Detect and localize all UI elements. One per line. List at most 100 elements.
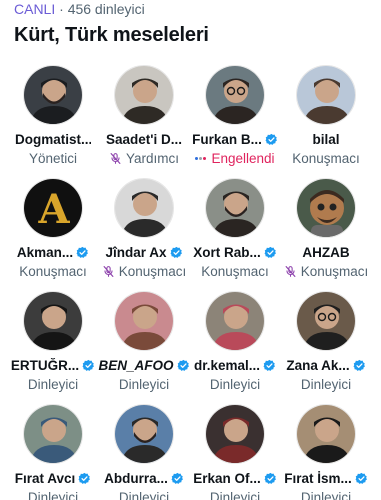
participant-card[interactable]: Jîndar Ax Konuşmacı bbox=[98, 175, 190, 280]
avatar[interactable] bbox=[205, 291, 265, 351]
verified-badge-icon bbox=[355, 472, 367, 484]
mic-off-icon bbox=[285, 266, 296, 277]
avatar[interactable] bbox=[23, 404, 83, 464]
participant-role-label: Konuşmacı bbox=[292, 151, 360, 166]
participant-role-label: Dinleyici bbox=[209, 490, 261, 500]
person-smile-icon bbox=[297, 405, 355, 463]
participant-role-label: Yardımcı bbox=[125, 151, 179, 166]
verified-badge-icon bbox=[82, 359, 95, 371]
avatar[interactable] bbox=[114, 404, 174, 464]
participant-role-label: Dinleyici bbox=[300, 490, 352, 500]
participant-card[interactable]: BEN_AFOO Dinleyici bbox=[98, 288, 190, 393]
participant-name-label: Fırat Avcı bbox=[14, 470, 76, 486]
participant-role-label: Dinleyici bbox=[300, 377, 352, 392]
participant-card[interactable]: Zana Ak... Dinleyici bbox=[280, 288, 372, 393]
participant-name: dr.kemal... bbox=[189, 356, 281, 374]
participant-name: Dogmatist... bbox=[7, 130, 99, 148]
participant-name-label: Furkan B... bbox=[192, 131, 262, 147]
participant-card[interactable]: Erkan Of... Dinleyici bbox=[189, 401, 281, 500]
verified-badge-icon bbox=[353, 359, 365, 371]
participant-name-label: BEN_AFOO bbox=[98, 357, 174, 373]
participant-name: ERTUĞR... bbox=[7, 356, 99, 374]
person-selfie-icon bbox=[24, 292, 82, 350]
avatar[interactable] bbox=[114, 65, 174, 125]
verified-badge-icon bbox=[264, 472, 276, 484]
participant-name-label: Erkan Of... bbox=[193, 470, 261, 486]
participant-card[interactable]: Fırat Avcı Dinleyici bbox=[7, 401, 99, 500]
avatar[interactable] bbox=[114, 291, 174, 351]
participant-role: Konuşmacı bbox=[189, 263, 281, 280]
verified-badge-icon bbox=[170, 246, 182, 258]
mic-off-icon bbox=[103, 266, 114, 277]
verified-badge-icon bbox=[78, 472, 91, 484]
person-beard-icon bbox=[115, 405, 173, 463]
avatar[interactable]: A bbox=[23, 178, 83, 238]
avatar[interactable] bbox=[23, 65, 83, 125]
avatar[interactable] bbox=[296, 404, 356, 464]
participant-card[interactable]: Abdurra... Dinleyici bbox=[98, 401, 190, 500]
live-indicator: CANLI bbox=[14, 1, 56, 17]
participant-role-label: Dinleyici bbox=[27, 377, 79, 392]
participant-role-label: Konuşmacı bbox=[19, 264, 87, 279]
participant-name-label: Zana Ak... bbox=[286, 357, 350, 373]
participant-name-label: Jîndar Ax bbox=[105, 244, 167, 260]
participant-role: Dinleyici bbox=[189, 489, 281, 500]
participant-card[interactable]: dr.kemal... Dinleyici bbox=[189, 288, 281, 393]
participant-name: Saadet'i D... bbox=[98, 130, 190, 148]
participant-name: Abdurra... bbox=[98, 469, 190, 487]
participant-name-label: Xort Rab... bbox=[193, 244, 261, 260]
participant-role-label: Konuşmacı bbox=[300, 264, 369, 279]
person-red-icon bbox=[206, 405, 264, 463]
space-title: Kürt, Türk meseleleri bbox=[14, 24, 209, 46]
avatar[interactable] bbox=[205, 65, 265, 125]
verified-badge-icon bbox=[265, 133, 277, 145]
participant-card[interactable]: A Akman... Konuşmacı bbox=[7, 175, 99, 280]
participant-name: AHZAB bbox=[280, 243, 372, 261]
avatar[interactable] bbox=[296, 65, 356, 125]
participant-name: Jîndar Ax bbox=[98, 243, 190, 261]
participant-name-label: bilal bbox=[312, 131, 340, 147]
participant-name: Furkan B... bbox=[189, 130, 281, 148]
participant-role: Konuşmacı bbox=[280, 263, 372, 280]
participant-card[interactable]: Dogmatist... Yönetici bbox=[7, 62, 99, 167]
participants-row: A Akman... Konuşmacı Jîndar Ax Konuşmacı Xort… bbox=[0, 175, 381, 288]
person-city-icon bbox=[297, 66, 355, 124]
avatar[interactable] bbox=[296, 291, 356, 351]
participant-role-label: Dinleyici bbox=[118, 377, 170, 392]
participant-name-label: Dogmatist... bbox=[15, 131, 91, 147]
participant-card[interactable]: ERTUĞR... Dinleyici bbox=[7, 288, 99, 393]
person-bw-icon bbox=[115, 179, 173, 237]
participant-name-label: Akman... bbox=[16, 244, 74, 260]
participant-role: Dinleyici bbox=[280, 489, 372, 500]
participant-card[interactable]: Furkan B... Engellendi bbox=[189, 62, 281, 167]
participant-name-label: ERTUĞR... bbox=[10, 357, 80, 373]
space-header: CANLI · 456 dinleyici Kürt, Türk meselel… bbox=[14, 0, 374, 46]
listener-count: 456 dinleyici bbox=[67, 1, 145, 17]
participant-role: Konuşmacı bbox=[7, 263, 99, 280]
participant-role: Dinleyici bbox=[189, 376, 281, 393]
participant-role-label: Konuşmacı bbox=[118, 264, 187, 279]
avatar[interactable] bbox=[205, 178, 265, 238]
cartoon-face-icon bbox=[297, 179, 355, 237]
participant-role: Dinleyici bbox=[7, 489, 99, 500]
participant-card[interactable]: Saadet'i D... Yardımcı bbox=[98, 62, 190, 167]
participant-card[interactable]: bilal Konuşmacı bbox=[280, 62, 372, 167]
participant-name: Zana Ak... bbox=[280, 356, 372, 374]
avatar[interactable] bbox=[114, 178, 174, 238]
avatar[interactable] bbox=[296, 178, 356, 238]
participant-role-label: Dinleyici bbox=[209, 377, 261, 392]
participants-row: Fırat Avcı Dinleyici Abdurra... Dinleyici Er… bbox=[0, 401, 381, 500]
participant-role: Dinleyici bbox=[98, 376, 190, 393]
participant-role-label: Dinleyici bbox=[118, 490, 170, 500]
participant-card[interactable]: Fırat İsm... Dinleyici bbox=[280, 401, 372, 500]
participant-name-label: dr.kemal... bbox=[193, 357, 261, 373]
participant-name-label: Abdurra... bbox=[104, 470, 168, 486]
avatar[interactable] bbox=[205, 404, 265, 464]
participant-card[interactable]: AHZAB Konuşmacı bbox=[280, 175, 372, 280]
person-shirt-icon bbox=[24, 405, 82, 463]
participant-card[interactable]: Xort Rab... Konuşmacı bbox=[189, 175, 281, 280]
participant-role-label: Engellendi bbox=[211, 151, 275, 166]
avatar[interactable] bbox=[23, 291, 83, 351]
participant-role-label: Dinleyici bbox=[27, 490, 79, 500]
participant-role: Engellendi bbox=[189, 150, 281, 167]
